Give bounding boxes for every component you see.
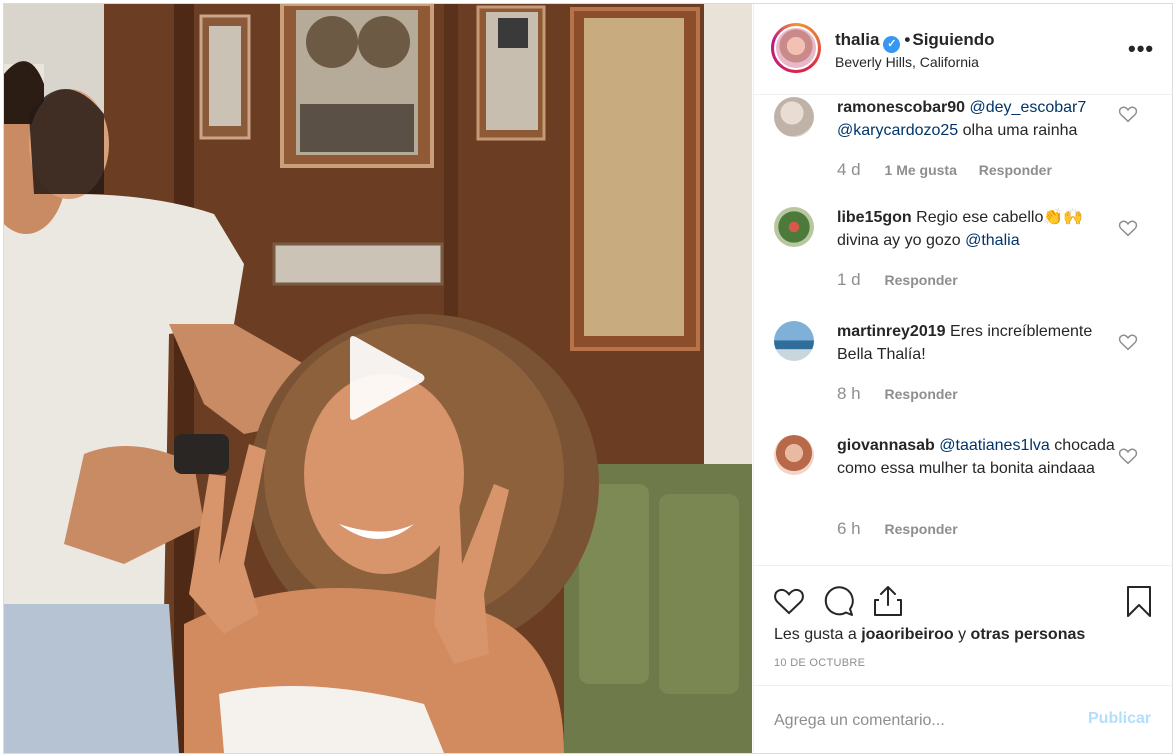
follow-status-button[interactable]: Siguiendo bbox=[912, 30, 994, 49]
publish-button[interactable]: Publicar bbox=[1088, 710, 1151, 728]
post-header: thalia ✓ • Siguiendo Beverly Hills, Califor… bbox=[754, 4, 1174, 95]
comment-age[interactable]: 1 d bbox=[837, 270, 861, 289]
post-video[interactable] bbox=[4, 4, 752, 753]
author-avatar[interactable] bbox=[771, 23, 821, 73]
play-icon[interactable] bbox=[342, 334, 426, 422]
reply-button[interactable]: Responder bbox=[885, 272, 958, 288]
commenter-avatar[interactable] bbox=[774, 207, 814, 247]
likes-summary: Les gusta a joaoribeiroo y otras persona… bbox=[774, 626, 1085, 644]
comment-mention[interactable]: @thalia bbox=[965, 232, 1020, 249]
comment-age[interactable]: 6 h bbox=[837, 519, 861, 538]
comment-username[interactable]: giovannasab bbox=[837, 437, 935, 454]
comment-text: libe15gon Regio ese cabello👏🙌 divina ay … bbox=[837, 207, 1117, 252]
comment-username[interactable]: ramonescobar90 bbox=[837, 99, 965, 116]
comment-icon[interactable] bbox=[822, 584, 856, 618]
comment-age[interactable]: 8 h bbox=[837, 384, 861, 403]
instagram-post: thalia ✓ • Siguiendo Beverly Hills, Califor… bbox=[3, 3, 1174, 754]
commenter-avatar[interactable] bbox=[774, 435, 814, 475]
commenter-avatar[interactable] bbox=[774, 97, 814, 137]
post-location[interactable]: Beverly Hills, California bbox=[835, 54, 979, 70]
heart-icon[interactable] bbox=[1117, 103, 1139, 125]
comment-text: giovannasab @taatianes1lva chocada como … bbox=[837, 435, 1117, 480]
comment-message: olha uma rainha bbox=[962, 121, 1078, 139]
author-username[interactable]: thalia bbox=[835, 30, 879, 49]
comment-username[interactable]: libe15gon bbox=[837, 209, 912, 226]
reply-button[interactable]: Responder bbox=[885, 386, 958, 402]
heart-icon[interactable] bbox=[772, 584, 806, 618]
likes-prefix: Les gusta a bbox=[774, 626, 857, 643]
post-date[interactable]: 10 DE OCTUBRE bbox=[774, 657, 865, 669]
add-comment-section: Publicar bbox=[754, 685, 1174, 753]
comment-text: ramonescobar90 @dey_escobar7 @karycardoz… bbox=[837, 97, 1117, 142]
comment-input[interactable] bbox=[774, 708, 1074, 734]
share-icon[interactable] bbox=[871, 584, 905, 618]
ellipsis-icon[interactable]: ••• bbox=[1128, 36, 1154, 62]
comment-age[interactable]: 4 d bbox=[837, 160, 861, 179]
liker-username[interactable]: joaoribeiroo bbox=[861, 626, 953, 643]
author-line: thalia ✓ • Siguiendo bbox=[835, 30, 995, 53]
heart-icon[interactable] bbox=[1117, 217, 1139, 239]
comment-text: martinrey2019 Eres increíblemente Bella … bbox=[837, 321, 1117, 366]
comment-mention[interactable]: @taatianes1lva bbox=[939, 437, 1050, 454]
heart-icon[interactable] bbox=[1117, 445, 1139, 467]
verified-badge-icon: ✓ bbox=[883, 36, 901, 53]
comment-username[interactable]: martinrey2019 bbox=[837, 323, 946, 340]
likes-others-link[interactable]: otras personas bbox=[971, 626, 1086, 643]
heart-icon[interactable] bbox=[1117, 331, 1139, 353]
comment-meta: 8 h Responder bbox=[837, 384, 958, 404]
comment-likes[interactable]: 1 Me gusta bbox=[885, 162, 957, 178]
comment-mention[interactable]: @karycardozo25 bbox=[837, 122, 958, 139]
post-actions-section: Les gusta a joaoribeiroo y otras persona… bbox=[754, 565, 1174, 685]
reply-button[interactable]: Responder bbox=[885, 521, 958, 537]
post-side-panel: thalia ✓ • Siguiendo Beverly Hills, Califor… bbox=[753, 4, 1174, 753]
comments-list[interactable]: ramonescobar90 @dey_escobar7 @karycardoz… bbox=[754, 95, 1174, 565]
commenter-avatar[interactable] bbox=[774, 321, 814, 361]
reply-button[interactable]: Responder bbox=[979, 162, 1052, 178]
comment-meta: 4 d 1 Me gusta Responder bbox=[837, 160, 1052, 180]
comment-mention[interactable]: @dey_escobar7 bbox=[970, 99, 1087, 116]
separator: • bbox=[904, 30, 911, 49]
bookmark-icon[interactable] bbox=[1122, 584, 1156, 618]
likes-conjunction: y bbox=[958, 626, 967, 643]
comment-meta: 1 d Responder bbox=[837, 270, 958, 290]
comment-meta: 6 h Responder bbox=[837, 519, 958, 539]
